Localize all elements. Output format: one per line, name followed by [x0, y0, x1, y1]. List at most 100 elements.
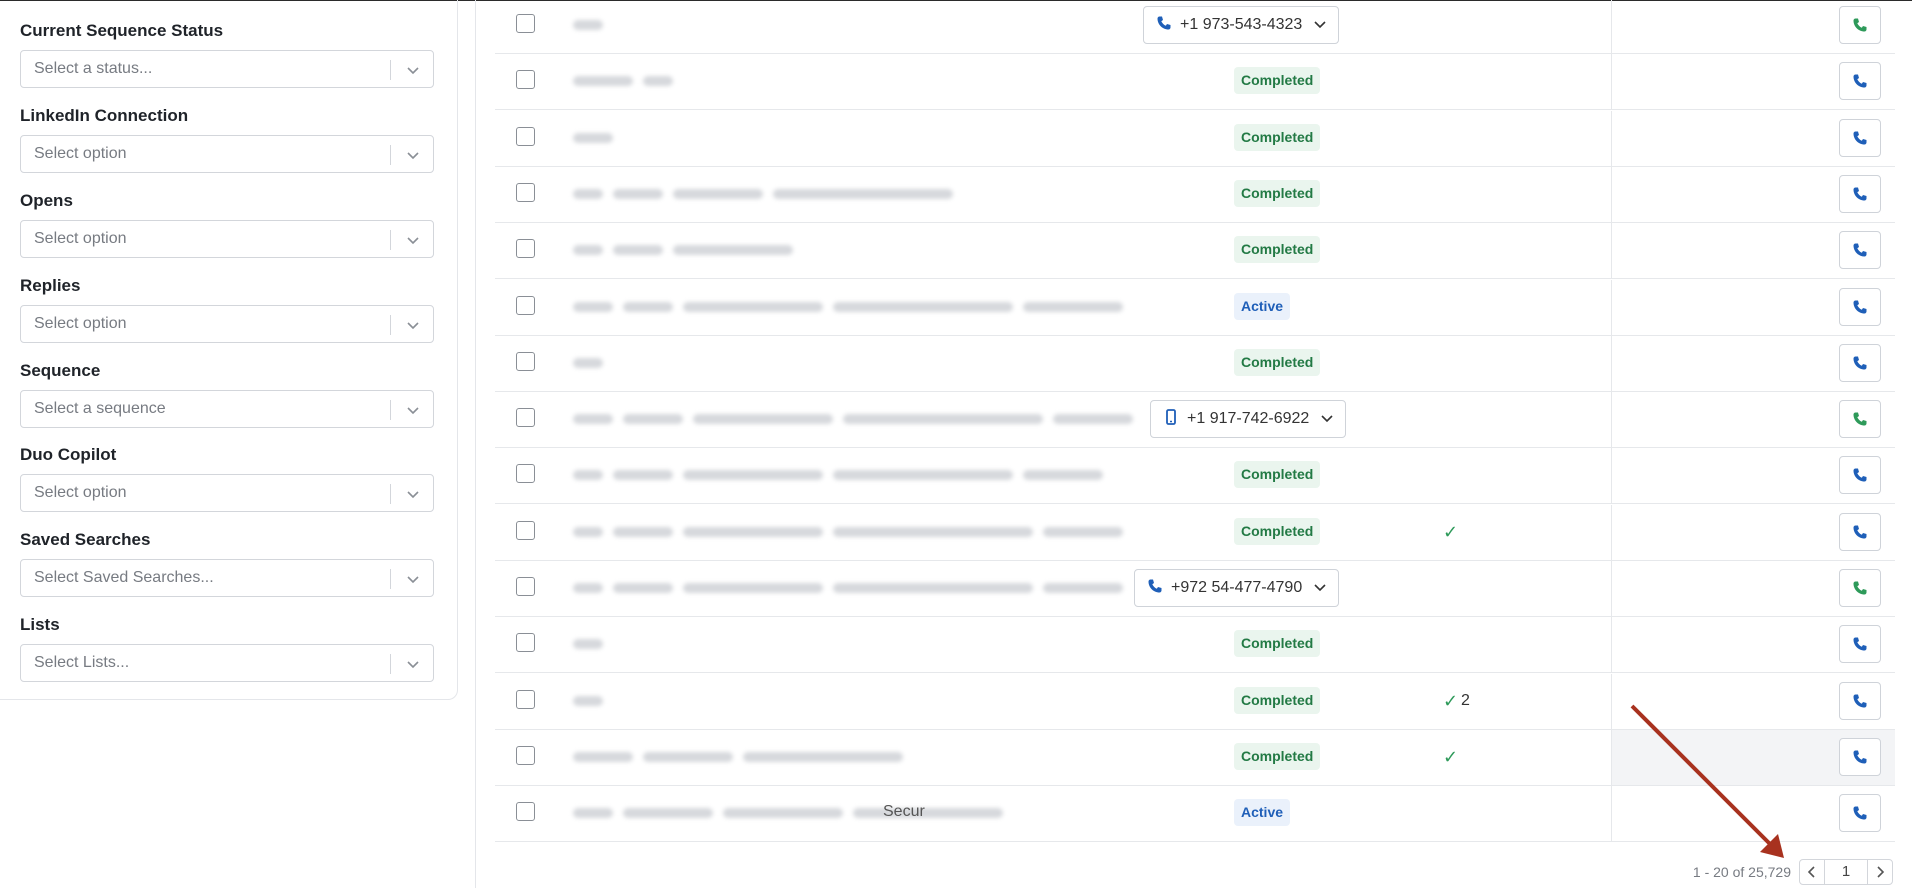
call-button[interactable] — [1839, 119, 1881, 157]
table-row[interactable]: Active+972 54-477-4790 — [495, 561, 1895, 617]
call-button[interactable] — [1839, 682, 1881, 720]
call-button[interactable] — [1839, 288, 1881, 326]
select-separator — [390, 569, 391, 589]
filter-replies: Replies Select option — [20, 275, 434, 343]
redacted-contact-info — [573, 466, 1113, 484]
next-page-button[interactable] — [1867, 859, 1893, 885]
select-placeholder: Select Saved Searches... — [34, 569, 214, 586]
status-badge: Completed — [1234, 461, 1321, 488]
column-divider — [1611, 167, 1612, 223]
row-checkbox[interactable] — [516, 521, 535, 540]
filter-opens: Opens Select option — [20, 190, 434, 258]
table-row[interactable]: Completed — [495, 617, 1895, 673]
filter-label: Opens — [20, 191, 73, 210]
table-row[interactable]: Completed — [495, 111, 1895, 167]
redacted-contact-info — [573, 185, 963, 203]
row-checkbox[interactable] — [516, 127, 535, 146]
table-row[interactable]: Completed ✓ — [495, 505, 1895, 561]
filter-select[interactable]: Select option — [20, 220, 434, 258]
call-button[interactable] — [1839, 6, 1881, 44]
table-row[interactable]: Completed ✓ — [495, 730, 1895, 786]
table-row[interactable]: Secur Active — [495, 786, 1895, 842]
table-row[interactable]: Completed — [495, 54, 1895, 110]
row-checkbox[interactable] — [516, 14, 535, 33]
row-checkbox[interactable] — [516, 577, 535, 596]
filter-select[interactable]: Select option — [20, 135, 434, 173]
call-button[interactable] — [1839, 569, 1881, 607]
row-checkbox[interactable] — [516, 802, 535, 821]
chevron-down-icon — [1312, 10, 1328, 29]
filter-sidebar: Current Sequence Status Select a status..… — [0, 0, 458, 700]
call-button[interactable] — [1839, 456, 1881, 494]
table-row[interactable]: Completed+1 917-742-6922 — [495, 392, 1895, 448]
call-button[interactable] — [1839, 625, 1881, 663]
select-separator — [390, 230, 391, 250]
table-row[interactable]: Completed+1 973-543-4323 — [495, 0, 1895, 54]
select-separator — [390, 145, 391, 165]
row-checkbox[interactable] — [516, 239, 535, 258]
phone-number: +1 917-742-6922 — [1187, 410, 1310, 427]
reply-count: 2 — [1461, 692, 1470, 709]
phone-number-dropdown[interactable]: +972 54-477-4790 — [1134, 569, 1340, 607]
filter-select[interactable]: Select a sequence — [20, 390, 434, 428]
call-button[interactable] — [1839, 62, 1881, 100]
row-checkbox[interactable] — [516, 183, 535, 202]
status-badge: Completed — [1234, 236, 1321, 263]
redacted-contact-info — [573, 635, 613, 653]
call-button[interactable] — [1839, 794, 1881, 832]
chevron-left-icon — [1807, 866, 1815, 878]
column-divider — [1611, 730, 1612, 786]
prev-page-button[interactable] — [1799, 859, 1825, 885]
table-row[interactable]: Active — [495, 280, 1895, 336]
status-badge: Completed — [1234, 518, 1321, 545]
status-badge: Completed — [1234, 687, 1321, 714]
row-checkbox[interactable] — [516, 690, 535, 709]
filter-saved-searches: Saved Searches Select Saved Searches... — [20, 529, 434, 597]
column-divider — [1611, 0, 1612, 54]
call-button[interactable] — [1839, 175, 1881, 213]
select-placeholder: Select Lists... — [34, 654, 130, 671]
filter-select[interactable]: Select option — [20, 474, 434, 512]
row-checkbox[interactable] — [516, 296, 535, 315]
column-divider — [1611, 448, 1612, 504]
redacted-contact-info — [573, 748, 913, 766]
table-row[interactable]: Completed — [495, 167, 1895, 223]
call-button[interactable] — [1839, 513, 1881, 551]
call-button[interactable] — [1839, 344, 1881, 382]
row-checkbox[interactable] — [516, 633, 535, 652]
row-checkbox[interactable] — [516, 464, 535, 483]
table-row[interactable]: Completed — [495, 448, 1895, 504]
column-divider — [1611, 786, 1612, 842]
table-row[interactable]: Completed — [495, 336, 1895, 392]
call-button[interactable] — [1839, 738, 1881, 776]
filter-lists: Lists Select Lists... — [20, 614, 434, 682]
filter-select[interactable]: Select Lists... — [20, 644, 434, 682]
phone-icon — [1156, 9, 1172, 30]
filter-label: Current Sequence Status — [20, 21, 224, 40]
pagination: 1 - 20 of 25,729 1 — [1693, 858, 1893, 886]
current-page[interactable]: 1 — [1825, 859, 1867, 885]
redacted-contact-info — [573, 579, 1133, 597]
table-row[interactable]: Completed ✓ 2 — [495, 674, 1895, 730]
status-badge: Active — [1234, 293, 1291, 320]
call-button[interactable] — [1839, 400, 1881, 438]
row-checkbox[interactable] — [516, 408, 535, 427]
select-separator — [390, 315, 391, 335]
filter-select[interactable]: Select option — [20, 305, 434, 343]
select-placeholder: Select option — [34, 230, 127, 247]
table-row[interactable]: Completed — [495, 223, 1895, 279]
call-button[interactable] — [1839, 231, 1881, 269]
filter-select[interactable]: Select a status... — [20, 50, 434, 88]
redacted-contact-info — [573, 354, 613, 372]
phone-number-dropdown[interactable]: +1 917-742-6922 — [1150, 400, 1347, 438]
select-placeholder: Select a status... — [34, 60, 153, 77]
row-checkbox[interactable] — [516, 70, 535, 89]
phone-number-dropdown[interactable]: +1 973-543-4323 — [1143, 6, 1340, 44]
filter-label: Saved Searches — [20, 530, 151, 549]
select-separator — [390, 654, 391, 674]
redacted-contact-info — [573, 523, 1133, 541]
filter-select[interactable]: Select Saved Searches... — [20, 559, 434, 597]
row-checkbox[interactable] — [516, 746, 535, 765]
mobile-icon — [1163, 403, 1179, 425]
row-checkbox[interactable] — [516, 352, 535, 371]
